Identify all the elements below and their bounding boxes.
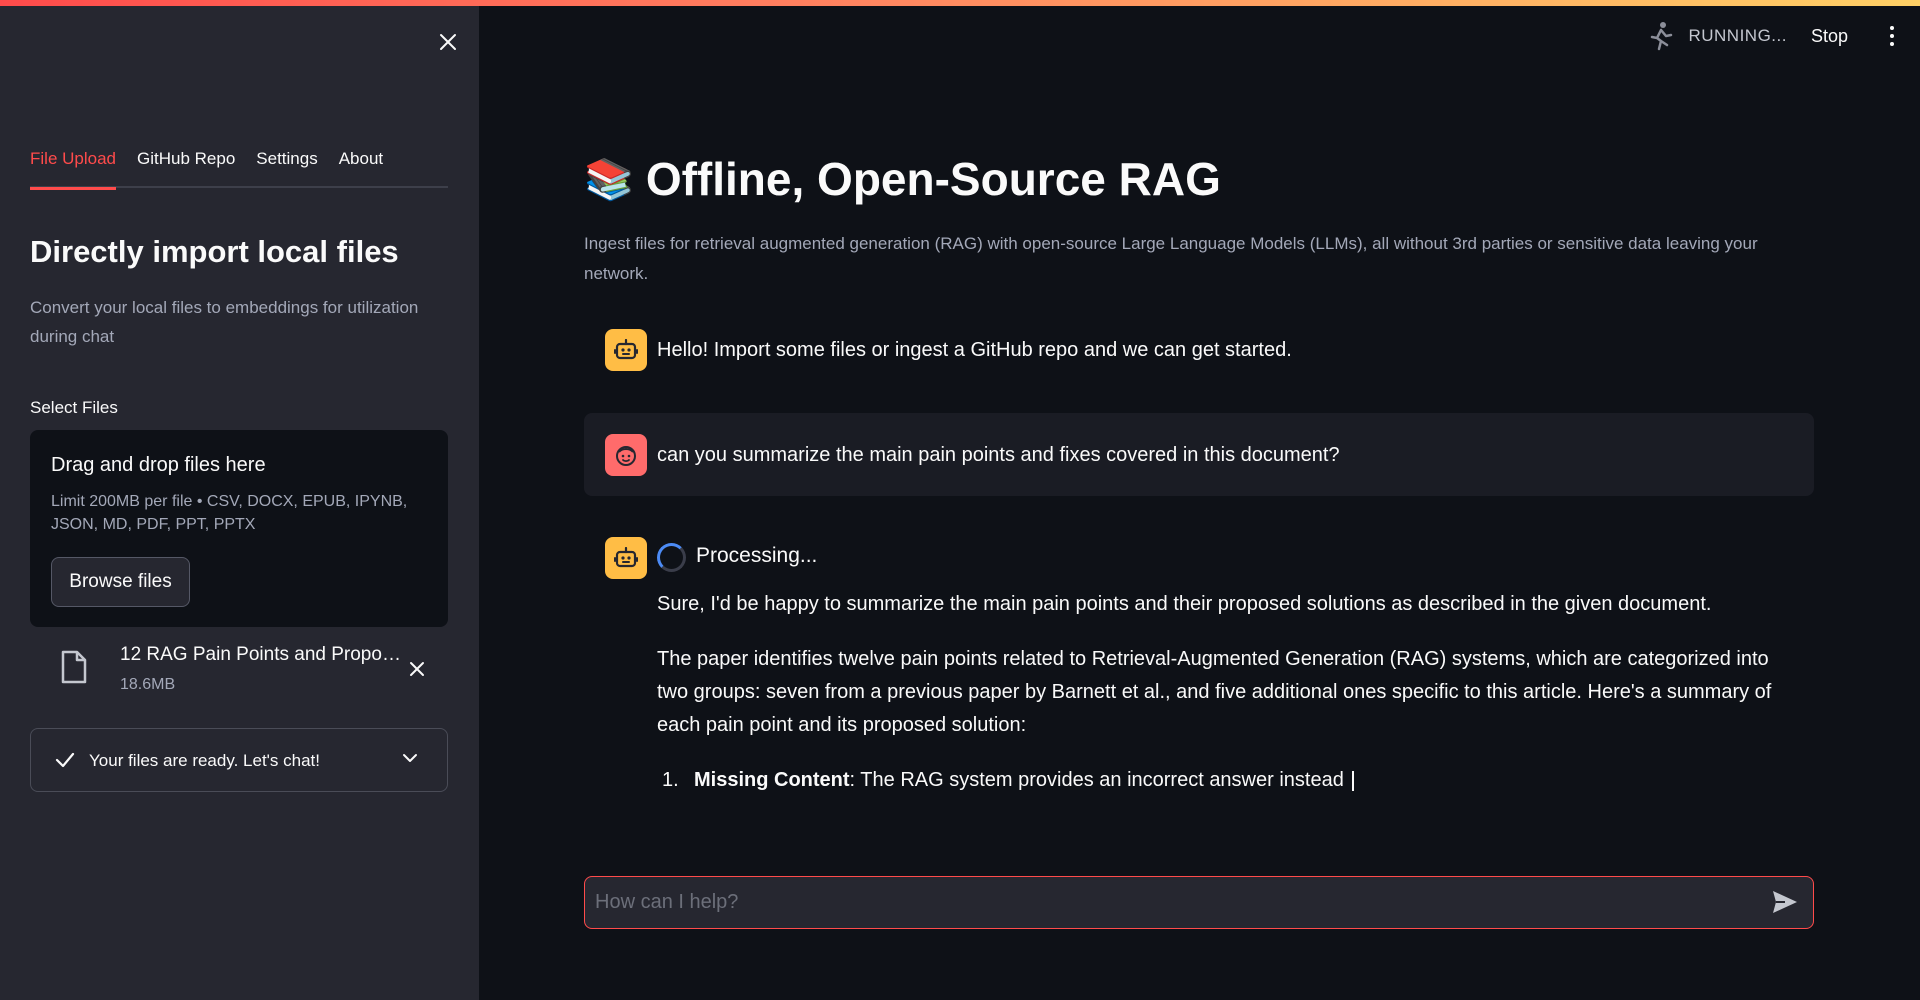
books-icon: 📚 [584, 157, 634, 202]
user-face-icon [616, 446, 636, 466]
app-status-toolbar: RUNNING... Stop [1648, 18, 1920, 54]
sidebar: File Upload GitHub Repo Settings About D… [0, 0, 479, 1000]
bot-avatar [605, 329, 647, 371]
close-icon [410, 662, 424, 676]
page-title-text: Offline, Open-Source RAG [645, 153, 1221, 205]
more-vertical-icon [1890, 26, 1894, 30]
more-vertical-icon [1890, 34, 1894, 38]
remove-file-button[interactable] [402, 654, 432, 684]
main-menu-button[interactable] [1882, 26, 1902, 46]
answer-list: 1. Missing Content: The RAG system provi… [657, 764, 1797, 797]
dropzone-limit-text: Limit 200MB per file • CSV, DOCX, EPUB, … [51, 493, 408, 533]
list-item: 1. Missing Content: The RAG system provi… [657, 764, 1797, 797]
dropzone-title: Drag and drop files here [51, 454, 266, 476]
sidebar-description: Convert your local files to embeddings f… [30, 298, 419, 346]
chat-input-container [584, 876, 1814, 929]
processing-status-text: Processing... [696, 544, 818, 567]
robot-icon [614, 339, 638, 360]
status-gradient-bar [0, 0, 1920, 6]
running-man-icon [1651, 22, 1673, 51]
assistant-answer: Sure, I'd be happy to summarize the main… [657, 588, 1797, 797]
tab-file-upload[interactable]: File Upload [30, 146, 116, 190]
send-icon [1773, 891, 1797, 913]
close-icon [440, 34, 456, 50]
main-content: RUNNING... Stop 📚 Offline, Open-Source R… [479, 0, 1920, 1000]
close-sidebar-button[interactable] [432, 26, 464, 58]
assistant-message: Hello! Import some files or ingest a Git… [584, 328, 1814, 371]
files-ready-text: Your files are ready. Let's chat! [89, 751, 320, 770]
streaming-cursor [1351, 770, 1354, 791]
tab-about[interactable]: About [339, 146, 383, 188]
user-message-text: can you summarize the main pain points a… [657, 444, 1340, 466]
tab-github-repo[interactable]: GitHub Repo [137, 146, 235, 188]
tab-settings[interactable]: Settings [256, 146, 317, 188]
checkmark-icon [55, 752, 75, 768]
assistant-response: Processing... Sure, I'd be happy to summ… [584, 533, 1814, 813]
chat-input[interactable] [595, 877, 1745, 927]
more-vertical-icon [1890, 42, 1894, 46]
bot-avatar [605, 537, 647, 579]
browse-files-button[interactable]: Browse files [51, 557, 190, 607]
file-dropzone[interactable]: Drag and drop files here Limit 200MB per… [30, 430, 448, 627]
uploaded-file-item: 12 RAG Pain Points and Proposed Solution… [30, 640, 448, 700]
select-files-label: Select Files [30, 398, 118, 417]
files-ready-expander[interactable]: Your files are ready. Let's chat! [30, 728, 448, 792]
robot-icon [614, 547, 638, 568]
list-item-heading: Missing Content [694, 769, 850, 791]
stop-button[interactable]: Stop [1811, 26, 1848, 47]
sidebar-title: Directly import local files [30, 234, 399, 269]
running-status-text: RUNNING... [1688, 26, 1787, 45]
assistant-message-text: Hello! Import some files or ingest a Git… [657, 339, 1292, 361]
user-message: can you summarize the main pain points a… [584, 413, 1814, 496]
answer-paragraph: Sure, I'd be happy to summarize the main… [657, 593, 1712, 615]
loading-spinner-icon [657, 543, 686, 572]
file-icon [61, 650, 87, 684]
chevron-down-icon [403, 754, 417, 762]
send-button[interactable] [1771, 889, 1801, 917]
list-item-number: 1. [662, 769, 679, 791]
list-item-text: : The RAG system provides an incorrect a… [849, 769, 1344, 791]
sidebar-tabs: File Upload GitHub Repo Settings About [30, 146, 448, 190]
file-name: 12 RAG Pain Points and Proposed Solution… [120, 644, 405, 665]
file-size: 18.6MB [120, 676, 176, 693]
page-title: 📚 Offline, Open-Source RAG [584, 152, 1221, 206]
page-description: Ingest files for retrieval augmented gen… [584, 234, 1758, 283]
user-avatar [605, 434, 647, 476]
answer-paragraph: The paper identifies twelve pain points … [657, 648, 1772, 736]
